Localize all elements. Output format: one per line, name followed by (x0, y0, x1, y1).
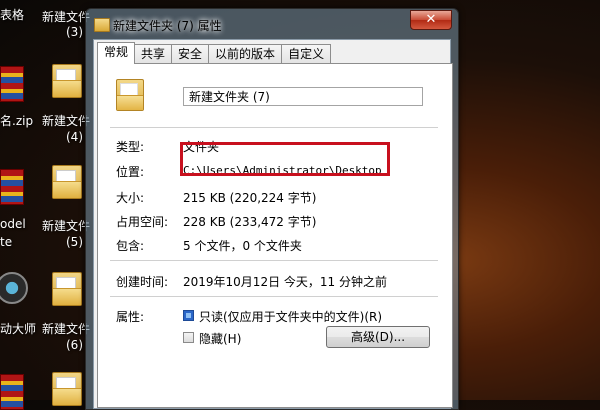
size-on-disk-value: 228 KB (233,472 字节) (183, 215, 317, 229)
folder-name-input[interactable]: 新建文件夹 (7) (183, 87, 423, 106)
desktop-icon-sublabel: (5) (66, 235, 83, 249)
readonly-label[interactable]: 只读(仅应用于文件夹中的文件)(R) (199, 308, 382, 325)
title-bar[interactable]: 新建文件夹 (7) 属性 ✕ (86, 9, 458, 39)
contains-value: 5 个文件，0 个文件夹 (183, 239, 302, 253)
readonly-checkbox[interactable] (183, 310, 194, 321)
desktop-icon-folder-5[interactable]: 新建文件 (5) (0, 165, 91, 255)
close-icon: ✕ (425, 12, 437, 27)
desktop-icon-label: 新建文件 (42, 10, 91, 24)
hidden-checkbox[interactable] (183, 332, 194, 343)
desktop-icon-folder-6[interactable]: 新建文件 (6) (0, 268, 91, 358)
tab-general[interactable]: 常规 (97, 42, 136, 64)
divider (110, 260, 438, 262)
properties-dialog: 新建文件夹 (7) 属性 ✕ 常规 共享 安全 以前的版本 自定义 新建文件夹 … (85, 8, 459, 410)
attributes-label: 属性: (116, 310, 145, 324)
created-value: 2019年10月12日 今天，11 分钟之前 (183, 275, 387, 289)
folder-icon (52, 64, 82, 98)
desktop-icon-label: 新建文件 (42, 322, 91, 336)
zip-archive-icon[interactable] (0, 374, 24, 410)
size-label: 大小: (116, 191, 145, 205)
tab-security[interactable]: 安全 (171, 44, 210, 64)
folder-icon (52, 272, 82, 306)
tab-sharing[interactable]: 共享 (134, 44, 173, 64)
advanced-button[interactable]: 高级(D)... (326, 326, 430, 348)
hidden-label[interactable]: 隐藏(H) (199, 330, 241, 347)
folder-icon (116, 79, 144, 111)
folder-icon (94, 18, 110, 32)
tab-previous-versions[interactable]: 以前的版本 (208, 44, 283, 64)
close-button[interactable]: ✕ (410, 10, 452, 30)
divider (110, 296, 438, 298)
created-label: 创建时间: (116, 275, 169, 289)
desktop-icon-folder-3[interactable]: 新建文件 (3) (0, 0, 91, 40)
window-title: 新建文件夹 (7) 属性 (113, 19, 222, 33)
desktop-icon-sublabel: (3) (66, 25, 83, 39)
type-label: 类型: (116, 140, 145, 154)
size-on-disk-label: 占用空间: (116, 215, 169, 229)
folder-icon (52, 165, 82, 199)
divider (110, 127, 438, 129)
contains-label: 包含: (116, 239, 145, 253)
dialog-client-area: 常规 共享 安全 以前的版本 自定义 新建文件夹 (7) 类型: 文件夹 位置:… (93, 39, 453, 409)
tab-strip: 常规 共享 安全 以前的版本 自定义 (97, 42, 332, 64)
folder-icon[interactable] (52, 372, 82, 406)
size-value: 215 KB (220,224 字节) (183, 191, 317, 205)
desktop-icon-folder-4[interactable]: 新建文件 (4) (0, 60, 91, 150)
location-label: 位置: (116, 165, 145, 179)
general-tab-page: 新建文件夹 (7) 类型: 文件夹 位置: C:\Users\Administr… (97, 63, 453, 408)
location-highlight-box (180, 142, 390, 176)
tab-customize[interactable]: 自定义 (281, 44, 332, 64)
desktop-icon-label: 新建文件 (42, 114, 91, 128)
desktop-icon-sublabel: (4) (66, 130, 83, 144)
desktop-icon-label: 新建文件 (42, 219, 91, 233)
desktop-icon-sublabel: (6) (66, 338, 83, 352)
